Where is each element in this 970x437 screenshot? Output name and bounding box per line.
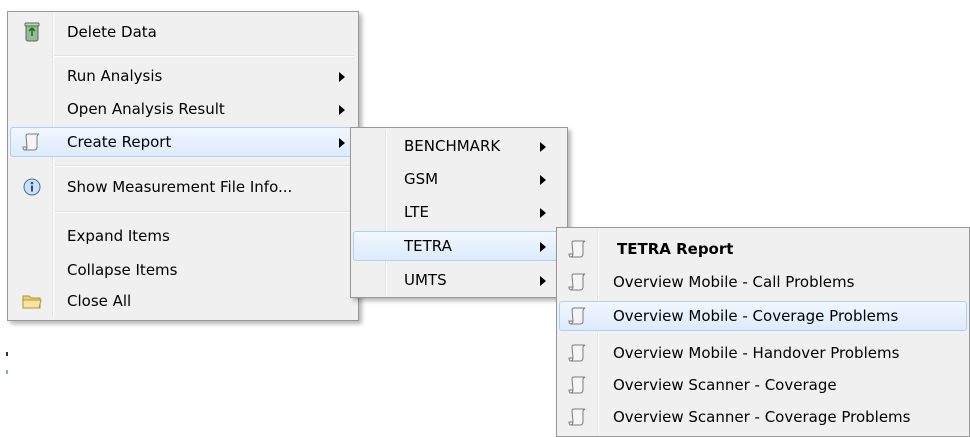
report-icon xyxy=(21,131,43,153)
menu-item-open-analysis-result[interactable]: Open Analysis Result xyxy=(10,94,356,124)
tetra-item-tetra-report[interactable]: TETRA Report xyxy=(559,234,967,264)
submenu-arrow-icon xyxy=(540,175,546,185)
menu-item-label: LTE xyxy=(404,203,429,221)
menu-item-expand-items[interactable]: Expand Items xyxy=(10,221,356,251)
menu-item-label: Collapse Items xyxy=(67,261,178,279)
menu-item-label: Overview Scanner - Coverage xyxy=(613,376,837,394)
menu-separator xyxy=(54,55,354,57)
menu-item-collapse-items[interactable]: Collapse Items xyxy=(10,255,356,285)
menu-item-label: GSM xyxy=(404,170,439,188)
tetra-item-overview-scanner-coverage-problems[interactable]: Overview Scanner - Coverage Problems xyxy=(559,402,967,432)
background-artifact xyxy=(6,352,8,356)
menu-item-label: Create Report xyxy=(67,133,172,151)
menu-item-label: Run Analysis xyxy=(67,67,163,85)
report-icon xyxy=(567,305,589,327)
menu-item-label: Show Measurement File Info... xyxy=(67,178,293,196)
menu-separator xyxy=(54,165,354,167)
menu-item-label: TETRA xyxy=(404,237,452,255)
submenu-arrow-icon xyxy=(540,142,546,152)
folder-icon xyxy=(21,290,43,312)
submenu-item-benchmark[interactable]: BENCHMARK xyxy=(353,131,565,161)
report-icon xyxy=(567,374,589,396)
menu-item-label: UMTS xyxy=(404,271,447,289)
submenu-item-lte[interactable]: LTE xyxy=(353,197,565,227)
context-menu: Delete Data Run Analysis Open Analysis R… xyxy=(7,11,359,321)
menu-item-label: Overview Mobile - Handover Problems xyxy=(613,344,900,362)
report-icon xyxy=(567,238,589,260)
menu-item-delete-data[interactable]: Delete Data xyxy=(10,17,356,47)
tetra-item-overview-mobile-call-problems[interactable]: Overview Mobile - Call Problems xyxy=(559,267,967,297)
menu-item-label: Open Analysis Result xyxy=(67,100,225,118)
menu-separator xyxy=(54,211,354,213)
submenu-item-umts[interactable]: UMTS xyxy=(353,265,565,295)
report-icon xyxy=(567,342,589,364)
menu-item-label: Delete Data xyxy=(67,23,157,41)
menu-item-close-all[interactable]: Close All xyxy=(10,286,356,316)
menu-item-create-report[interactable]: Create Report xyxy=(10,127,356,157)
tetra-item-overview-mobile-handover-problems[interactable]: Overview Mobile - Handover Problems xyxy=(559,338,967,368)
background-artifact xyxy=(6,370,8,374)
menu-item-label: Close All xyxy=(67,292,132,310)
create-report-submenu: BENCHMARK GSM LTE TETRA UMTS xyxy=(350,127,568,298)
tetra-item-overview-mobile-coverage-problems[interactable]: Overview Mobile - Coverage Problems xyxy=(559,301,967,331)
submenu-item-gsm[interactable]: GSM xyxy=(353,164,565,194)
recycle-bin-icon xyxy=(21,21,43,43)
tetra-item-overview-scanner-coverage[interactable]: Overview Scanner - Coverage xyxy=(559,370,967,400)
info-icon xyxy=(21,176,43,198)
menu-item-label: BENCHMARK xyxy=(404,137,501,155)
submenu-arrow-icon xyxy=(540,276,546,286)
tetra-submenu: TETRA Report Overview Mobile - Call Prob… xyxy=(556,227,970,437)
menu-item-label: TETRA Report xyxy=(617,240,734,258)
menu-item-label: Overview Mobile - Coverage Problems xyxy=(613,307,899,325)
menu-item-label: Overview Mobile - Call Problems xyxy=(613,273,855,291)
submenu-arrow-icon xyxy=(339,138,345,148)
report-icon xyxy=(567,271,589,293)
report-icon xyxy=(567,406,589,428)
submenu-arrow-icon xyxy=(540,242,546,252)
menu-item-run-analysis[interactable]: Run Analysis xyxy=(10,61,356,91)
menu-item-label: Expand Items xyxy=(67,227,170,245)
submenu-arrow-icon xyxy=(339,105,345,115)
menu-item-label: Overview Scanner - Coverage Problems xyxy=(613,408,911,426)
submenu-arrow-icon xyxy=(540,208,546,218)
submenu-arrow-icon xyxy=(339,72,345,82)
menu-item-show-measurement-file-info[interactable]: Show Measurement File Info... xyxy=(10,172,356,202)
submenu-item-tetra[interactable]: TETRA xyxy=(353,231,565,261)
